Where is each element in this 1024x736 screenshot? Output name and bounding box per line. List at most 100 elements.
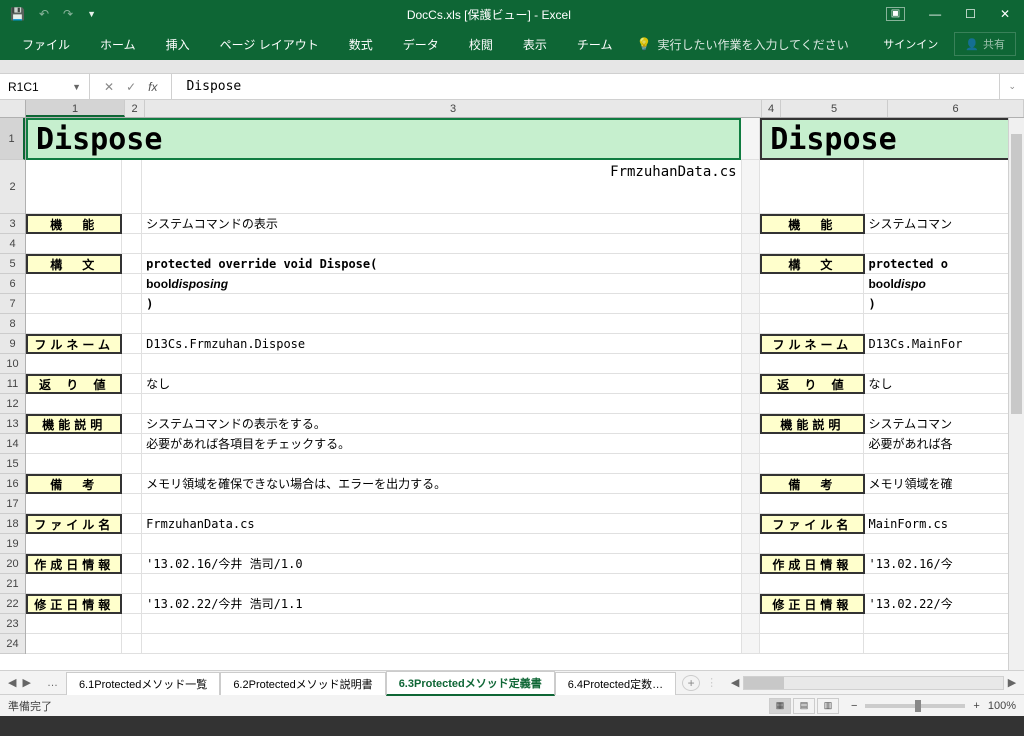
cell[interactable]: [760, 534, 864, 554]
tab-formulas[interactable]: 数式: [335, 30, 387, 59]
view-pagelayout-icon[interactable]: ▤: [793, 698, 815, 714]
hscroll-left-icon[interactable]: ◀: [727, 676, 743, 689]
cell[interactable]: 必要があれば各: [864, 434, 1024, 454]
cell[interactable]: MainForm.cs: [865, 514, 1024, 534]
cell[interactable]: [741, 118, 760, 160]
col-header[interactable]: 5: [781, 100, 888, 117]
col-header[interactable]: 6: [888, 100, 1024, 117]
row-header[interactable]: 18: [0, 514, 25, 534]
cell[interactable]: [26, 574, 122, 594]
view-pagebreak-icon[interactable]: ▥: [817, 698, 839, 714]
expand-formula-icon[interactable]: ⌄: [999, 74, 1024, 99]
cell[interactable]: 返 り 値: [26, 374, 122, 394]
cell[interactable]: ファイル名: [760, 514, 864, 534]
cell[interactable]: 構 文: [760, 254, 864, 274]
cell[interactable]: [26, 274, 122, 294]
save-icon[interactable]: 💾: [10, 7, 25, 21]
cell[interactable]: '13.02.22/今井 浩司/1.1: [142, 594, 741, 614]
cell[interactable]: 必要があれば各項目をチェックする。: [142, 434, 741, 454]
cell[interactable]: [864, 634, 1024, 654]
cell[interactable]: フルネーム: [760, 334, 864, 354]
cell[interactable]: [26, 314, 122, 334]
cell[interactable]: [742, 574, 761, 594]
cell[interactable]: ): [864, 294, 1024, 314]
cell[interactable]: [122, 274, 142, 294]
cell[interactable]: [742, 254, 761, 274]
cell[interactable]: [122, 394, 142, 414]
row-header[interactable]: 8: [0, 314, 25, 334]
cell[interactable]: メモリ領域を確: [865, 474, 1024, 494]
cell[interactable]: 機能説明: [760, 414, 864, 434]
cell[interactable]: [122, 634, 142, 654]
cell[interactable]: [742, 594, 761, 614]
cell[interactable]: [864, 454, 1024, 474]
cell[interactable]: [760, 314, 864, 334]
share-button[interactable]: 👤共有: [954, 32, 1016, 56]
tab-pagelayout[interactable]: ページ レイアウト: [206, 30, 333, 59]
cell[interactable]: [26, 434, 122, 454]
tab-file[interactable]: ファイル: [8, 30, 84, 59]
cell[interactable]: [864, 160, 1024, 214]
row-header[interactable]: 22: [0, 594, 25, 614]
cell[interactable]: bool dispo: [864, 274, 1024, 294]
cell[interactable]: bool disposing: [142, 274, 741, 294]
spreadsheet-grid[interactable]: 1 2 3 4 5 6 1234567891011121314151617181…: [0, 100, 1024, 670]
cell[interactable]: システムコマン: [865, 214, 1024, 234]
cell[interactable]: [142, 634, 741, 654]
cell[interactable]: [142, 394, 741, 414]
col-header[interactable]: 2: [125, 100, 145, 117]
sheet-nav-prev-icon[interactable]: ◀: [8, 676, 16, 689]
cell[interactable]: Dispose: [760, 118, 1024, 160]
sheet-tab[interactable]: 6.2Protectedメソッド説明書: [220, 672, 385, 695]
row-header[interactable]: 2: [0, 160, 25, 214]
row-header[interactable]: 20: [0, 554, 25, 574]
cell[interactable]: [122, 554, 142, 574]
cell[interactable]: '13.02.16/今井 浩司/1.0: [142, 554, 741, 574]
row-header[interactable]: 9: [0, 334, 25, 354]
cell[interactable]: [742, 160, 761, 214]
cell[interactable]: [142, 534, 741, 554]
cell[interactable]: [142, 314, 741, 334]
zoom-out-button[interactable]: −: [851, 700, 857, 712]
cell[interactable]: [122, 594, 142, 614]
row-header[interactable]: 16: [0, 474, 25, 494]
cell[interactable]: [122, 474, 142, 494]
cell[interactable]: [26, 354, 122, 374]
cell[interactable]: [760, 614, 864, 634]
cell[interactable]: [26, 534, 122, 554]
col-header[interactable]: 3: [145, 100, 762, 117]
cell[interactable]: [742, 214, 761, 234]
cell[interactable]: [122, 160, 142, 214]
enter-formula-icon[interactable]: ✓: [126, 80, 136, 94]
cell[interactable]: 機 能: [26, 214, 122, 234]
view-normal-icon[interactable]: ▦: [769, 698, 791, 714]
row-header[interactable]: 21: [0, 574, 25, 594]
cell[interactable]: [742, 514, 761, 534]
cell[interactable]: [122, 494, 142, 514]
cell[interactable]: [26, 454, 122, 474]
cell[interactable]: [122, 214, 142, 234]
cell[interactable]: [26, 614, 122, 634]
cell[interactable]: [864, 354, 1024, 374]
cell[interactable]: [864, 574, 1024, 594]
cell[interactable]: [742, 454, 761, 474]
cell[interactable]: [864, 394, 1024, 414]
col-header[interactable]: 4: [762, 100, 781, 117]
cell[interactable]: [864, 534, 1024, 554]
cell[interactable]: [142, 614, 741, 634]
row-header[interactable]: 4: [0, 234, 25, 254]
cell[interactable]: [142, 234, 741, 254]
cell[interactable]: [122, 434, 142, 454]
cell[interactable]: [122, 514, 142, 534]
cell[interactable]: protected o: [865, 254, 1024, 274]
cell[interactable]: [122, 454, 142, 474]
cell[interactable]: [742, 374, 761, 394]
hscroll-right-icon[interactable]: ▶: [1004, 676, 1020, 689]
tell-me-input[interactable]: 実行したい作業を入力してください: [657, 36, 848, 53]
cell[interactable]: [864, 614, 1024, 634]
cell[interactable]: ファイル名: [26, 514, 122, 534]
cell[interactable]: protected override void Dispose(: [142, 254, 741, 274]
cell[interactable]: [26, 494, 122, 514]
cell[interactable]: [122, 614, 142, 634]
minimize-icon[interactable]: ―: [929, 7, 941, 21]
